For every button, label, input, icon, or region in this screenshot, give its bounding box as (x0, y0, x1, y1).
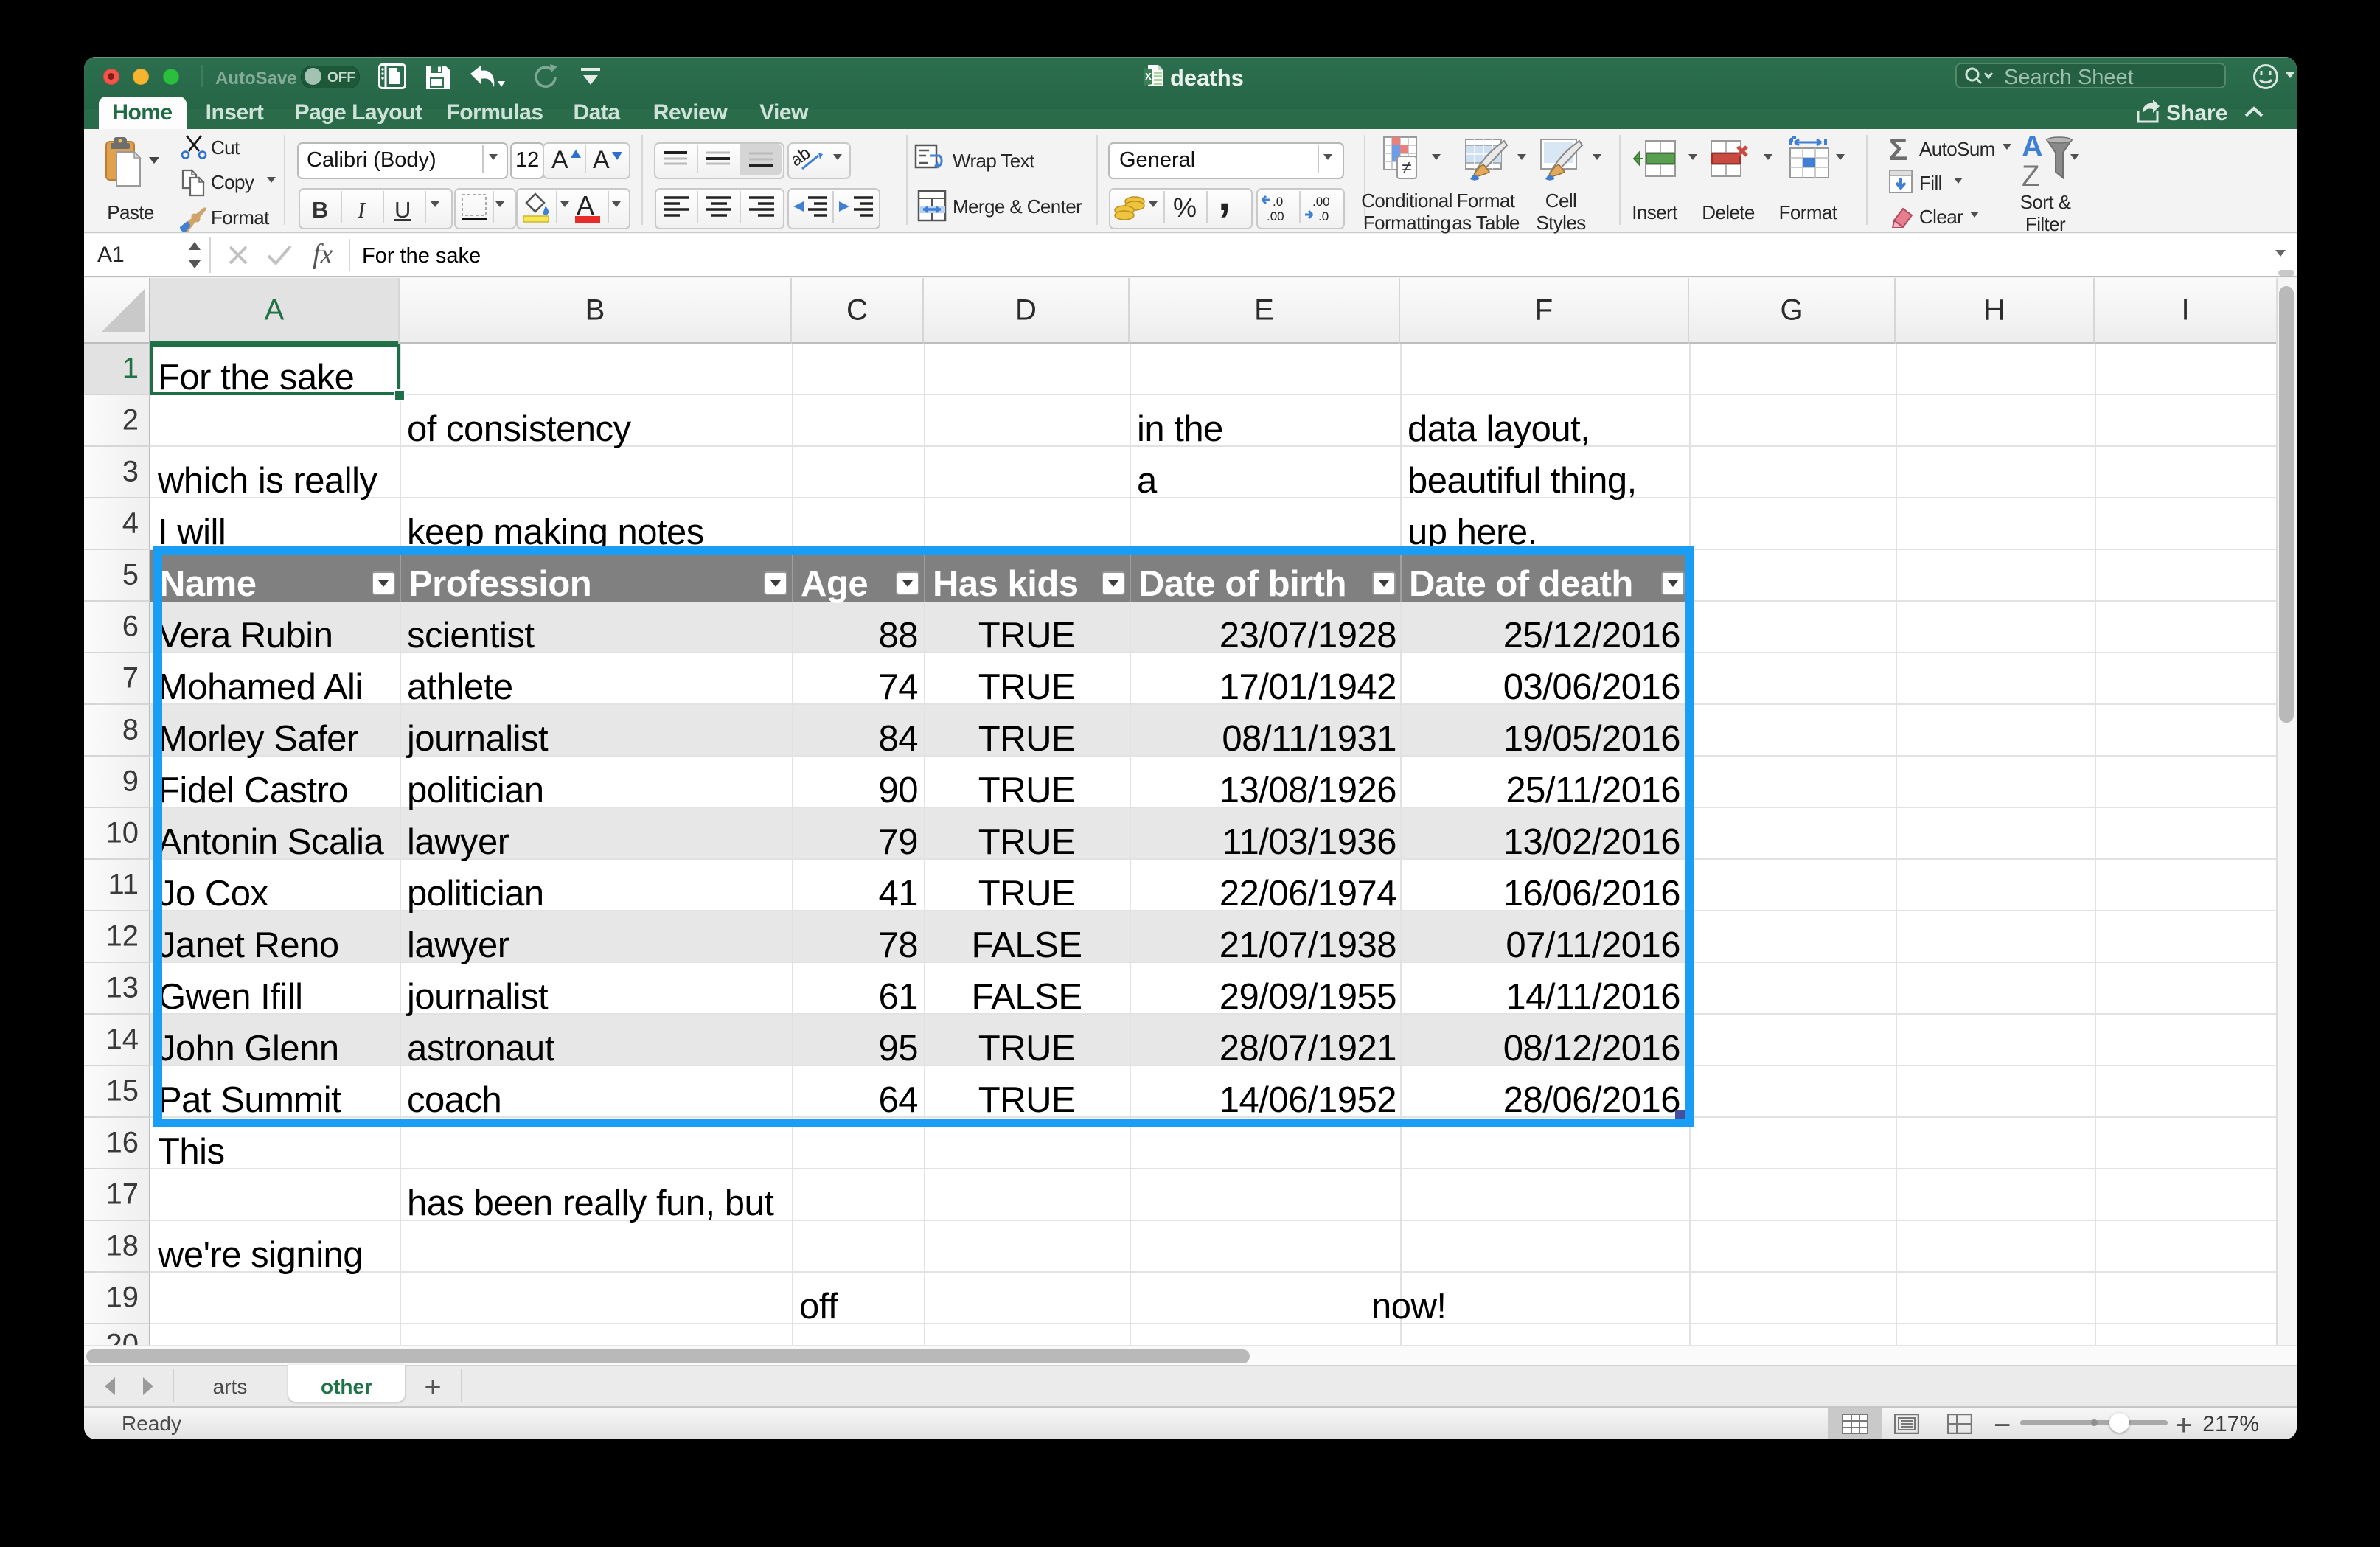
svg-text:X: X (1145, 71, 1152, 82)
svg-text:.00: .00 (1267, 209, 1284, 223)
svg-text:.0: .0 (1318, 209, 1329, 223)
svg-text:≠: ≠ (1402, 158, 1411, 178)
svg-text:.0: .0 (1273, 195, 1283, 209)
svg-text:.00: .00 (1312, 195, 1330, 209)
